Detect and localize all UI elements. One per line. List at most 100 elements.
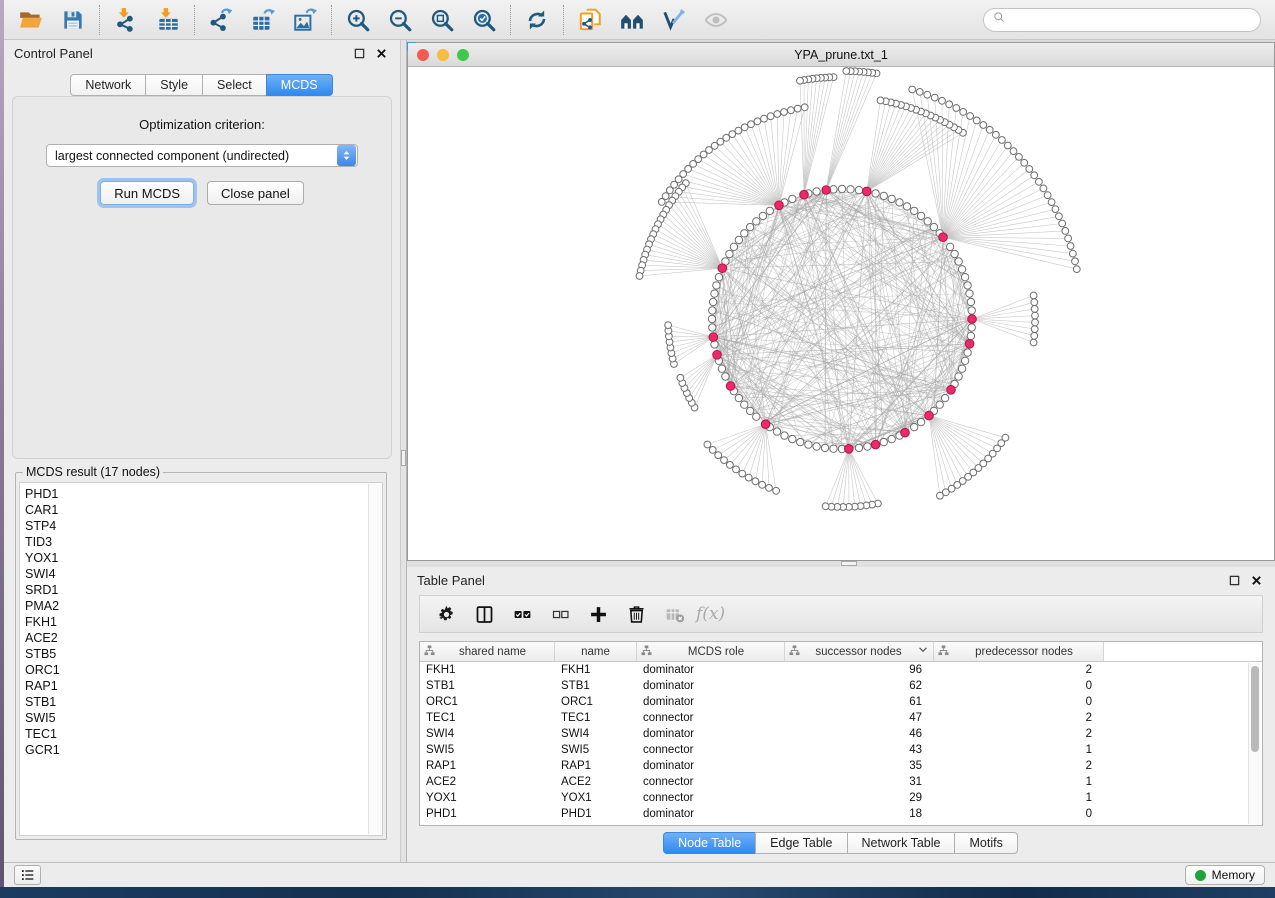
- maximize-window-button[interactable]: [457, 49, 469, 61]
- search-input[interactable]: [1013, 13, 1252, 27]
- close-panel-button[interactable]: Close panel: [207, 181, 304, 205]
- task-history-button[interactable]: [14, 865, 41, 885]
- mcds-result-item[interactable]: STB1: [25, 694, 382, 710]
- mcds-result-item[interactable]: TEC1: [25, 726, 382, 742]
- mcds-result-list[interactable]: PHD1CAR1STP4TID3YOX1SWI4SRD1PMA2FKH1ACE2…: [19, 482, 383, 836]
- deselect-all-icon[interactable]: [542, 599, 578, 629]
- graph-nodes[interactable]: [636, 68, 1080, 511]
- function-builder-icon[interactable]: f(x): [694, 604, 725, 624]
- mcds-result-item[interactable]: FKH1: [25, 614, 382, 630]
- tab-motifs[interactable]: Motifs: [954, 832, 1017, 854]
- table-row[interactable]: SWI4SWI4dominator462: [420, 726, 1262, 742]
- close-panel-icon[interactable]: [1247, 572, 1265, 588]
- column-label: MCDS role: [652, 646, 780, 658]
- table-cell: PHD1: [555, 806, 637, 822]
- select-all-icon[interactable]: [504, 599, 540, 629]
- hide-selected-icon[interactable]: [653, 3, 695, 37]
- chevron-down-icon[interactable]: [917, 644, 929, 659]
- table-scrollbar[interactable]: [1248, 663, 1261, 824]
- table-row[interactable]: STB1STB1dominator620: [420, 678, 1262, 694]
- table-row[interactable]: TEC1TEC1connector472: [420, 710, 1262, 726]
- mcds-result-item[interactable]: ORC1: [25, 662, 382, 678]
- mcds-result-item[interactable]: SRD1: [25, 582, 382, 598]
- tab-node-table[interactable]: Node Table: [663, 832, 756, 854]
- import-network-icon[interactable]: [105, 3, 147, 37]
- column-header-MCDS-role[interactable]: MCDS role: [637, 642, 785, 662]
- column-header-successor-nodes[interactable]: successor nodes: [785, 642, 934, 662]
- mcds-result-item[interactable]: STP4: [25, 518, 382, 534]
- horizontal-splitter[interactable]: [407, 561, 1275, 567]
- table-cell: RAP1: [555, 758, 637, 774]
- first-neighbors-icon[interactable]: [611, 3, 653, 37]
- zoom-in-icon[interactable]: [337, 3, 379, 37]
- save-icon[interactable]: [52, 3, 94, 37]
- tab-style[interactable]: Style: [145, 74, 203, 96]
- mcds-result-item[interactable]: SWI5: [25, 710, 382, 726]
- scrollbar-thumb[interactable]: [1251, 666, 1259, 752]
- table-row[interactable]: ORC1ORC1dominator610: [420, 694, 1262, 710]
- network-canvas[interactable]: [408, 67, 1274, 560]
- float-panel-icon[interactable]: [1225, 572, 1243, 588]
- table-row[interactable]: RAP1RAP1dominator352: [420, 758, 1262, 774]
- table-row[interactable]: PHD1PHD1dominator180: [420, 806, 1262, 822]
- control-panel: Control Panel NetworkStyleSelectMCDS Opt…: [4, 40, 400, 862]
- mcds-list-scrollbar[interactable]: [368, 484, 381, 834]
- vertical-splitter[interactable]: [400, 40, 407, 862]
- tab-mcds[interactable]: MCDS: [266, 74, 333, 96]
- memory-status-icon: [1195, 870, 1206, 881]
- refresh-icon[interactable]: [516, 3, 558, 37]
- tab-network[interactable]: Network: [70, 74, 146, 96]
- tab-select[interactable]: Select: [202, 74, 267, 96]
- splitter-grip[interactable]: [841, 561, 857, 566]
- table-cell: dominator: [637, 678, 785, 694]
- mcds-result-item[interactable]: YOX1: [25, 550, 382, 566]
- show-all-icon[interactable]: [695, 3, 737, 37]
- table-disabled-icon[interactable]: [656, 599, 692, 629]
- close-panel-icon[interactable]: [372, 45, 390, 61]
- zoom-out-icon[interactable]: [379, 3, 421, 37]
- table-row[interactable]: FKH1FKH1dominator962: [420, 662, 1262, 678]
- export-network-icon[interactable]: [200, 3, 242, 37]
- tab-network-table[interactable]: Network Table: [847, 832, 956, 854]
- zoom-selected-icon[interactable]: [463, 3, 505, 37]
- optimization-criterion-select[interactable]: largest connected component (undirected): [46, 144, 358, 167]
- column-header-predecessor-nodes[interactable]: predecessor nodes: [934, 642, 1104, 662]
- mcds-result-item[interactable]: GCR1: [25, 742, 382, 758]
- columns-icon[interactable]: [466, 599, 502, 629]
- column-header-shared-name[interactable]: shared name: [420, 642, 555, 662]
- mcds-result-item[interactable]: STB5: [25, 646, 382, 662]
- copy-network-icon[interactable]: [569, 3, 611, 37]
- gear-icon[interactable]: [428, 599, 464, 629]
- row-filler: [1104, 694, 1262, 710]
- close-window-button[interactable]: [417, 49, 429, 61]
- trash-icon[interactable]: [618, 599, 654, 629]
- add-icon[interactable]: [580, 599, 616, 629]
- import-table-icon[interactable]: [147, 3, 189, 37]
- network-titlebar[interactable]: YPA_prune.txt_1: [408, 43, 1274, 67]
- memory-button[interactable]: Memory: [1185, 865, 1265, 885]
- mcds-result-item[interactable]: PMA2: [25, 598, 382, 614]
- export-table-icon[interactable]: [242, 3, 284, 37]
- network-graph-svg[interactable]: [408, 67, 1274, 560]
- mcds-result-item[interactable]: SWI4: [25, 566, 382, 582]
- mcds-result-item[interactable]: PHD1: [25, 486, 382, 502]
- memory-label: Memory: [1212, 868, 1255, 882]
- table-cell: connector: [637, 742, 785, 758]
- mcds-result-item[interactable]: TID3: [25, 534, 382, 550]
- column-header-name[interactable]: name: [555, 642, 637, 662]
- mcds-result-item[interactable]: ACE2: [25, 630, 382, 646]
- table-row[interactable]: YOX1YOX1connector291: [420, 790, 1262, 806]
- mcds-result-item[interactable]: CAR1: [25, 502, 382, 518]
- table-row[interactable]: SWI5SWI5connector431: [420, 742, 1262, 758]
- export-image-icon[interactable]: [284, 3, 326, 37]
- table-row[interactable]: ACE2ACE2connector311: [420, 774, 1262, 790]
- search-box[interactable]: [983, 8, 1261, 32]
- splitter-grip[interactable]: [401, 450, 406, 466]
- mcds-result-item[interactable]: RAP1: [25, 678, 382, 694]
- minimize-window-button[interactable]: [437, 49, 449, 61]
- run-mcds-button[interactable]: Run MCDS: [100, 181, 194, 205]
- float-panel-icon[interactable]: [350, 45, 368, 61]
- zoom-fit-icon[interactable]: [421, 3, 463, 37]
- tab-edge-table[interactable]: Edge Table: [755, 832, 847, 854]
- open-file-icon[interactable]: [10, 3, 52, 37]
